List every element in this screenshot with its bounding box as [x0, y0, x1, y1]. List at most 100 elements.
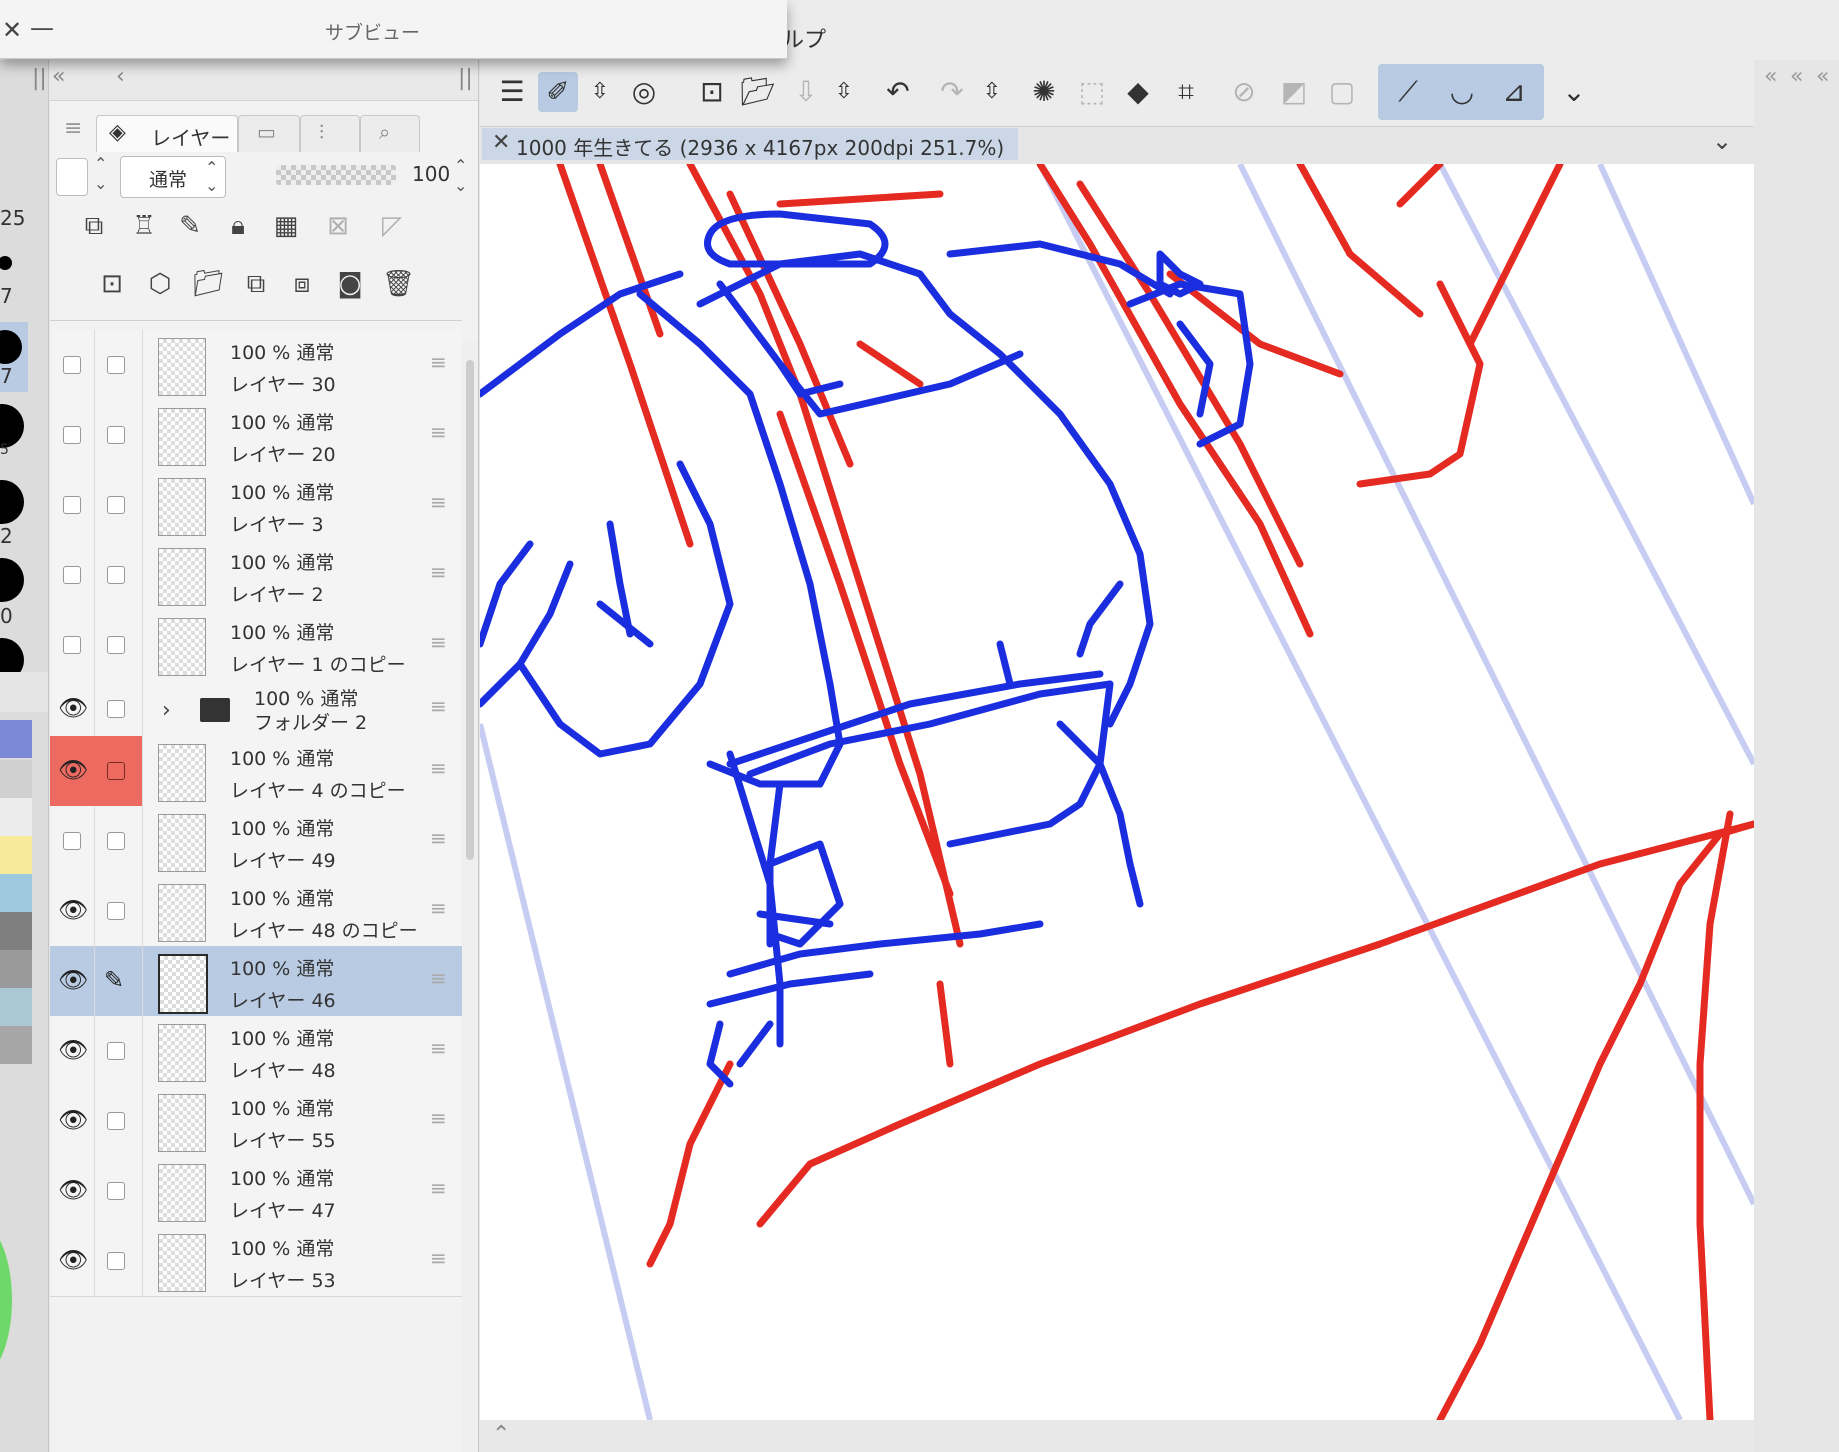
ruler-range-icon[interactable]: ◸: [376, 212, 408, 240]
brush-size-dot[interactable]: [0, 558, 24, 602]
redo-icon[interactable]: ↷: [932, 72, 972, 112]
blend-mode-select[interactable]: 通常 ⌃ ⌄: [120, 156, 226, 198]
drag-handle-icon[interactable]: ≡: [430, 560, 447, 584]
lock-transparent-icon[interactable]: ▦: [270, 212, 302, 240]
invert-selection-icon[interactable]: ◩: [1274, 72, 1314, 112]
drag-handle-icon[interactable]: ≡: [430, 630, 447, 654]
stepper-icon[interactable]: ⇳: [824, 72, 864, 112]
layer-visibility-toggle[interactable]: 👁︎: [50, 736, 95, 806]
color-swatch[interactable]: [0, 798, 32, 836]
fill-icon[interactable]: ◆: [1118, 72, 1158, 112]
layer-visibility-toggle[interactable]: [50, 610, 95, 680]
layer-visibility-toggle[interactable]: 👁︎: [50, 1016, 95, 1086]
layer-visibility-toggle[interactable]: 👁︎: [50, 1156, 95, 1226]
layer-row[interactable]: 👁︎ 100 % 通常 レイヤー 4 のコピー ≡: [50, 736, 462, 807]
layer-visibility-toggle[interactable]: [50, 330, 95, 400]
layer-edit-toggle[interactable]: [94, 610, 143, 680]
color-swatch[interactable]: [0, 988, 32, 1026]
layer-row[interactable]: 100 % 通常 レイヤー 1 のコピー ≡: [50, 610, 462, 681]
trash-icon[interactable]: 🗑︎: [382, 270, 415, 298]
tab-layer-search[interactable]: ⌕: [360, 115, 420, 152]
layer-visibility-toggle[interactable]: 👁︎: [50, 946, 95, 1016]
drag-handle-icon[interactable]: ≡: [430, 350, 447, 374]
layer-edit-toggle[interactable]: [94, 1156, 143, 1226]
layer-edit-toggle[interactable]: [94, 1016, 143, 1086]
loading-spinner-icon[interactable]: ✺: [1024, 72, 1064, 112]
lock-icon[interactable]: 🔒︎: [222, 212, 254, 240]
color-swatch[interactable]: [0, 912, 32, 950]
opacity-value[interactable]: 100: [412, 162, 450, 186]
menu-item-help[interactable]: ルプ: [782, 22, 826, 54]
opacity-slider[interactable]: [276, 165, 396, 185]
layer-row[interactable]: 100 % 通常 レイヤー 49 ≡: [50, 806, 462, 877]
clip-layer-icon[interactable]: ⧉: [78, 212, 110, 240]
layer-mask-icon[interactable]: ◙: [334, 270, 366, 298]
tab-tool-property[interactable]: ⫶: [300, 115, 360, 152]
layer-edit-toggle[interactable]: [94, 1226, 143, 1296]
panel-grip-icon[interactable]: ||: [32, 66, 47, 91]
transfer-down-icon[interactable]: ⧉: [240, 270, 272, 298]
panel-grip-icon[interactable]: ||: [458, 66, 473, 91]
color-swatch[interactable]: [0, 836, 32, 874]
layer-visibility-toggle[interactable]: [50, 400, 95, 470]
layer-visibility-toggle[interactable]: 👁︎: [50, 1226, 95, 1296]
layer-edit-toggle[interactable]: ✎: [94, 946, 143, 1016]
color-swatch[interactable]: [0, 874, 32, 912]
document-tab[interactable]: ✕ 1000 年生きてる (2936 x 4167px 200dpi 251.7…: [482, 128, 1018, 160]
layer-row[interactable]: 👁︎ ✎ 100 % 通常 レイヤー 46 ≡: [50, 946, 462, 1017]
layer-visibility-toggle[interactable]: [50, 806, 95, 876]
undo-icon[interactable]: ↶: [878, 72, 918, 112]
new-canvas-icon[interactable]: ⊡: [692, 72, 732, 112]
spiral-icon[interactable]: ◎: [624, 72, 664, 112]
layer-row[interactable]: 👁︎ 100 % 通常 レイヤー 48 ≡: [50, 1016, 462, 1087]
drag-handle-icon[interactable]: ≡: [430, 1036, 447, 1060]
drag-handle-icon[interactable]: ≡: [430, 420, 447, 444]
layer-folder-row[interactable]: 👁︎ › 100 % 通常 フォルダー 2 ≡: [50, 680, 462, 750]
eyedropper-icon[interactable]: ✐: [538, 72, 578, 112]
color-mode-stepper-icon[interactable]: ⌃ ⌄: [94, 154, 107, 194]
layer-visibility-toggle[interactable]: 👁︎: [50, 876, 95, 946]
tab-layer-property[interactable]: ▭: [238, 115, 300, 152]
drag-handle-icon[interactable]: ≡: [430, 694, 447, 718]
drag-handle-icon[interactable]: ≡: [430, 896, 447, 920]
chevron-right-icon[interactable]: ›: [162, 698, 171, 723]
chevron-down-icon[interactable]: ⌄: [1554, 72, 1594, 112]
color-swatch[interactable]: [0, 760, 32, 798]
selection-border-icon[interactable]: ▢: [1322, 72, 1362, 112]
new-folder-icon[interactable]: 📁︎: [192, 270, 225, 298]
deselect-icon[interactable]: ⊘: [1224, 72, 1264, 112]
drag-handle-icon[interactable]: ≡: [430, 756, 447, 780]
layer-row[interactable]: 👁︎ 100 % 通常 レイヤー 48 のコピー ≡: [50, 876, 462, 947]
reference-layer-icon[interactable]: ♖: [128, 212, 160, 240]
collapse-left-icon[interactable]: «: [1764, 64, 1777, 89]
opacity-stepper-icon[interactable]: ⌃ ⌄: [454, 156, 467, 196]
layer-edit-toggle[interactable]: [94, 806, 143, 876]
layer-edit-toggle[interactable]: [94, 400, 143, 470]
drag-handle-icon[interactable]: ≡: [430, 1106, 447, 1130]
brush-size-dot[interactable]: [0, 480, 24, 524]
color-swatch[interactable]: [0, 950, 32, 988]
collapse-left-icon[interactable]: «: [1816, 64, 1829, 89]
drag-handle-icon[interactable]: ≡: [430, 1246, 447, 1270]
layer-scrollbar-thumb[interactable]: [466, 360, 474, 860]
color-wheel[interactable]: [0, 1220, 12, 1380]
drawing-canvas[interactable]: [480, 164, 1754, 1420]
close-icon[interactable]: ✕: [492, 130, 510, 155]
collapse-left-icon[interactable]: «: [52, 64, 65, 89]
layer-row[interactable]: 100 % 通常 レイヤー 2 ≡: [50, 540, 462, 611]
chevron-left-icon[interactable]: ‹: [116, 64, 125, 89]
layer-visibility-toggle[interactable]: [50, 540, 95, 610]
drag-handle-icon[interactable]: ≡: [430, 826, 447, 850]
layer-edit-toggle[interactable]: [94, 876, 143, 946]
panel-menu-icon[interactable]: ≡: [64, 116, 82, 141]
transform-icon[interactable]: ⌗: [1166, 72, 1206, 112]
layer-edit-toggle[interactable]: [94, 540, 143, 610]
layer-row[interactable]: 100 % 通常 レイヤー 3 ≡: [50, 470, 462, 541]
color-mode-select[interactable]: [56, 158, 88, 196]
color-swatch[interactable]: [0, 720, 32, 758]
collapse-left-icon[interactable]: «: [1790, 64, 1803, 89]
layer-edit-toggle[interactable]: [94, 470, 143, 540]
draft-layer-icon[interactable]: ✎: [174, 212, 206, 240]
subview-window[interactable]: ✕ — サブビュー: [0, 0, 787, 59]
layer-row[interactable]: 👁︎ 100 % 通常 レイヤー 55 ≡: [50, 1086, 462, 1157]
